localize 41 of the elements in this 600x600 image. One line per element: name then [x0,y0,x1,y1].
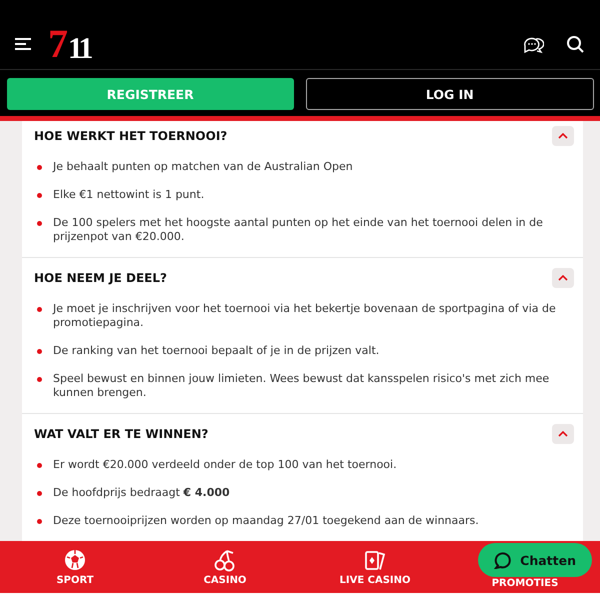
bullet-text: Deze toernooiprijzen worden op maandag 27/01 toegekend aan de winnaars. [53,514,479,528]
chat-bubble-icon [494,551,512,569]
bullet-text: De ranking van het toernooi bepaalt of je in de prijzen valt. [53,344,380,358]
logo[interactable]: 711 [48,24,90,64]
bullet-text: Speel bewust en binnen jouw limieten. Wees bewust dat kansspelen risico's met zich mee kunnen brengen. [53,372,550,400]
collapse-button[interactable] [552,126,574,146]
bullet-icon [37,377,42,382]
playing-cards-icon [363,548,387,572]
chevron-up-icon [558,431,568,437]
nav-link[interactable]: PROMOTIES [492,578,558,589]
bullet-icon [37,463,42,468]
section-title: HOE NEEM JE DEEL? [34,271,167,285]
cherries-icon [213,548,237,572]
bullet-icon [37,491,42,496]
chat-button[interactable]: Chatten [478,543,592,577]
search-icon[interactable] [566,34,584,52]
bullet-icon [37,349,42,354]
bullet-text: De 100 spelers met het hoogste aantal punten op het einde van het toernooi delen in de prijzenpot van €20.000. [53,216,544,244]
bullet-icon [37,193,42,198]
collapse-button[interactable] [552,268,574,288]
bullet-text: Je behaalt punten op matchen van de Australian Open [53,160,353,174]
soccer-ball-icon [64,549,86,571]
register-button[interactable]: REGISTREER [7,78,294,110]
nav-link[interactable]: CASINO [204,575,246,586]
chevron-up-icon [558,133,568,139]
bullet-icon [37,221,42,226]
bullet-icon [37,307,42,312]
bullet-text: De hoofdprijs bedraagt € 4.000 [53,486,230,500]
section-title: HOE WERKT HET TOERNOOI? [34,129,228,143]
chevron-up-icon [558,275,568,281]
nav-link[interactable]: SPORT [56,575,94,586]
login-button[interactable]: LOG IN [306,78,594,110]
bullet-icon [37,165,42,170]
bullet-text: Je moet je inschrijven voor het toernooi via het bekertje bovenaan de sportpagina of via de promotiepagina. [53,302,557,330]
section-title: WAT VALT ER TE WINNEN? [34,427,208,441]
menu-icon[interactable] [14,38,32,50]
bullet-text: Elke €1 nettowint is 1 punt. [53,188,204,202]
nav-link[interactable]: LIVE CASINO [339,575,410,586]
bullet-icon [37,519,42,524]
collapse-button[interactable] [552,424,574,444]
bullet-text: Er wordt €20.000 verdeeld onder de top 100 van het toernooi. [53,458,397,472]
